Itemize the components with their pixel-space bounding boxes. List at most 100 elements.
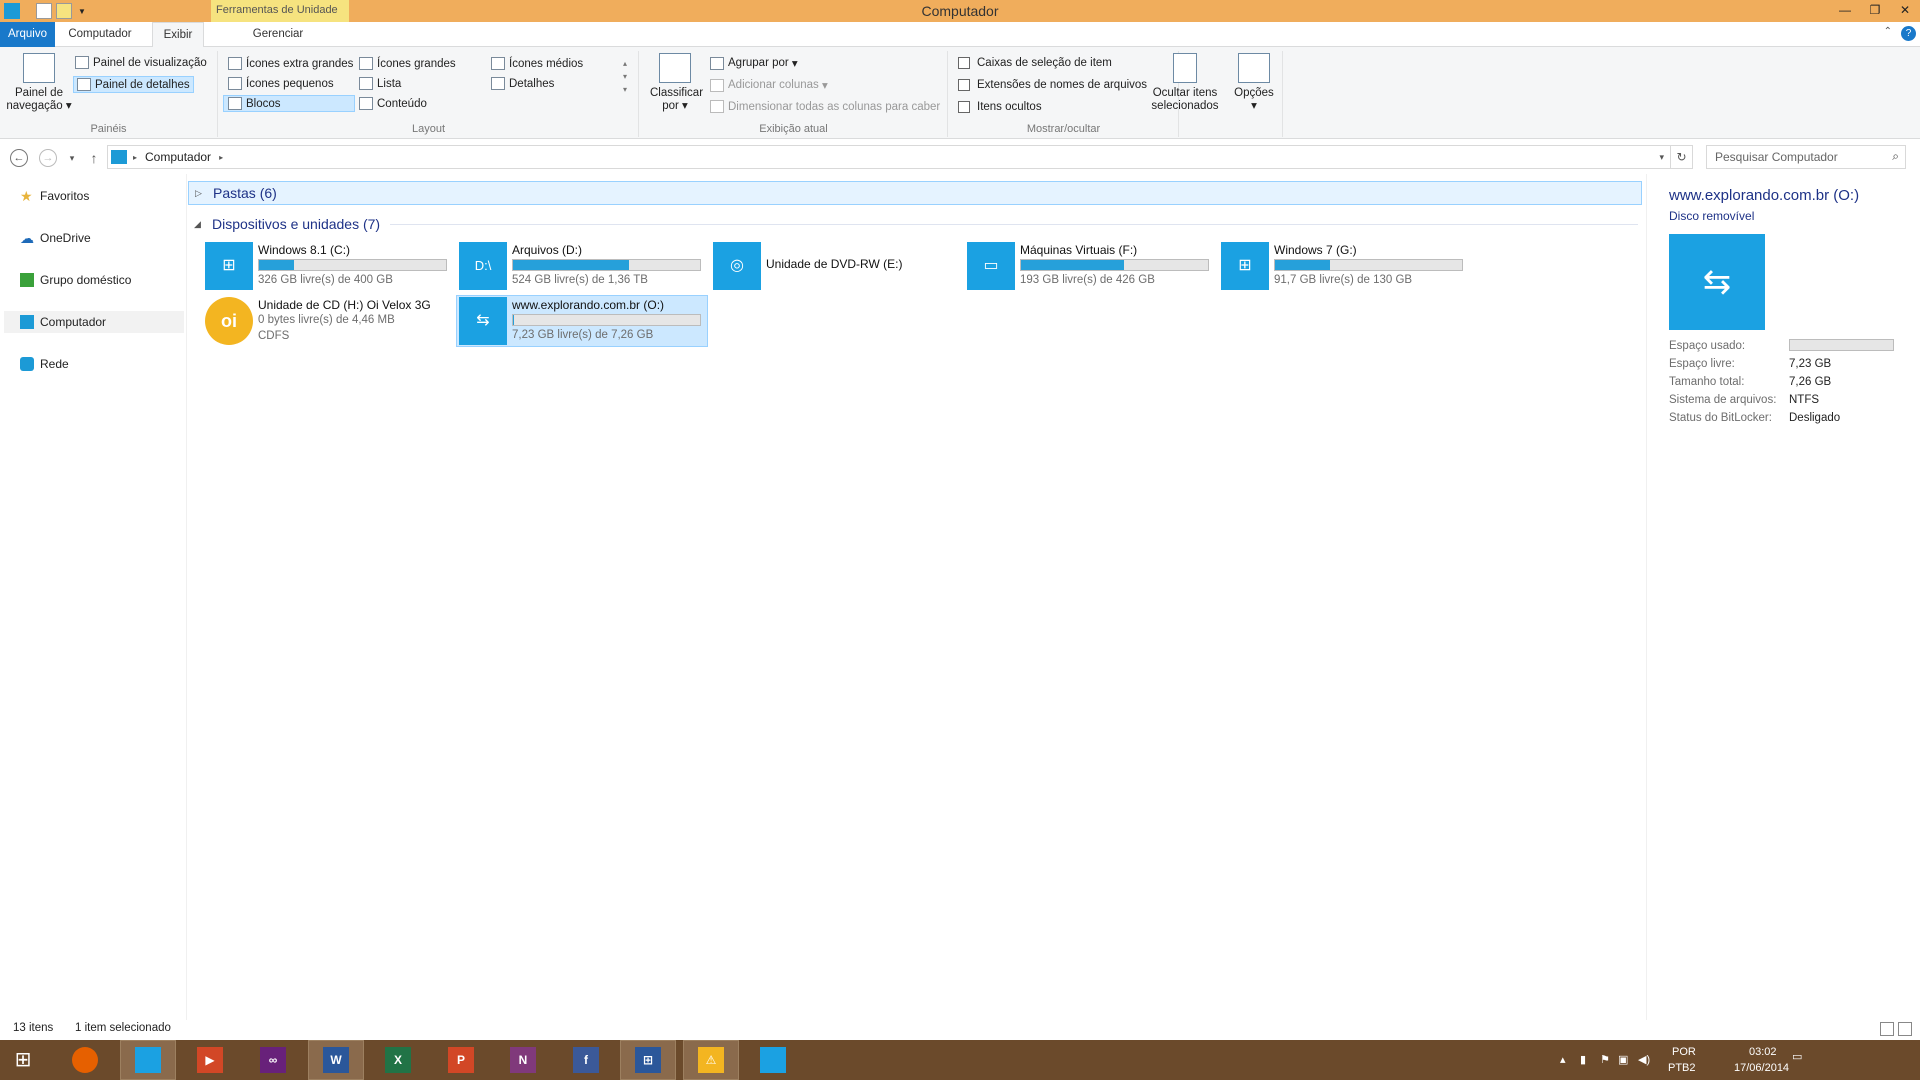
system-tray: ▴ ▮ ⚑ ▣ ◀) POR PTB2 03:02 17/06/2014 ▭ (1560, 1040, 1920, 1080)
search-icon[interactable]: ⌕ (1892, 149, 1899, 164)
taskbar-excel[interactable]: X (370, 1040, 426, 1080)
nav-item-homegroup[interactable]: Grupo doméstico (20, 269, 131, 291)
help-icon[interactable]: ? (1901, 26, 1916, 41)
devices-group-header[interactable]: ◢ Dispositivos e unidades (7) (188, 212, 1642, 236)
large-icons-view-icon[interactable] (1898, 1022, 1912, 1036)
input-language[interactable]: POR (1672, 1046, 1696, 1058)
tab-view[interactable]: Exibir (152, 22, 204, 48)
taskbar-word[interactable]: W (308, 1040, 364, 1080)
small-icons-option[interactable]: Ícones pequenos (228, 77, 334, 90)
power-icon[interactable]: ▮ (1580, 1053, 1586, 1066)
extra-large-icons-icon (228, 57, 242, 70)
details-pane-icon (77, 78, 91, 91)
size-columns-button[interactable]: Dimensionar todas as colunas para caber (710, 100, 940, 113)
details-view-icon[interactable] (1880, 1022, 1894, 1036)
taskbar-firefox[interactable] (57, 1040, 113, 1080)
navigation-pane: ★ Favoritos ☁ OneDrive Grupo doméstico Com… (0, 174, 187, 1020)
app-icon: ⚠ (698, 1047, 724, 1073)
forward-button[interactable]: → (39, 149, 57, 167)
network-status-icon[interactable]: ▣ (1618, 1053, 1628, 1066)
large-icons-option[interactable]: Ícones grandes (359, 57, 456, 70)
action-center-icon[interactable]: ▭ (1792, 1050, 1802, 1063)
layout-group: Ícones extra grandes Ícones grandes Ícon… (219, 51, 639, 137)
recent-locations-button[interactable]: ▾ (63, 149, 81, 167)
show-hidden-icons-icon[interactable]: ▴ (1560, 1053, 1566, 1066)
taskbar-facebook[interactable]: f (558, 1040, 614, 1080)
taskbar-file-explorer[interactable] (120, 1040, 176, 1080)
back-button[interactable]: ← (10, 149, 28, 167)
details-pane-button[interactable]: Painel de detalhes (73, 76, 194, 93)
drive-tile[interactable]: ⊞ Windows 8.1 (C:) 326 GB livre(s) de 40… (205, 240, 453, 292)
taskbar-powerpoint[interactable]: P (433, 1040, 489, 1080)
clock-date[interactable]: 17/06/2014 (1734, 1062, 1789, 1074)
file-extensions-checkbox[interactable] (958, 79, 970, 91)
nav-item-onedrive[interactable]: ☁ OneDrive (20, 227, 91, 249)
firefox-icon (72, 1047, 98, 1073)
chevron-right-icon[interactable]: ▷ (195, 188, 207, 199)
taskbar-visual-studio[interactable]: ∞ (245, 1040, 301, 1080)
up-button[interactable]: ↑ (85, 149, 103, 167)
preview-pane-button[interactable]: Painel de visualização (75, 56, 207, 69)
drive-tile[interactable]: oi Unidade de CD (H:) Oi Velox 3G 0 byte… (205, 295, 453, 347)
clock-time[interactable]: 03:02 (1749, 1046, 1777, 1058)
current-view-group-label: Exibição atual (759, 123, 828, 135)
taskbar-remote-desktop[interactable] (745, 1040, 801, 1080)
tab-file[interactable]: Arquivo (0, 22, 55, 47)
search-input[interactable]: Pesquisar Computador ⌕ (1706, 145, 1906, 169)
nav-item-computer[interactable]: Computador (4, 311, 184, 333)
volume-icon[interactable]: ◀) (1638, 1053, 1650, 1066)
nav-item-favorites[interactable]: ★ Favoritos (20, 185, 89, 207)
drive-tile[interactable]: D:\ Arquivos (D:) 524 GB livre(s) de 1,3… (459, 240, 707, 292)
navigation-pane-button[interactable]: Painel de navegação ▾ (6, 53, 72, 113)
drive-tile[interactable]: ⊞ Windows 7 (G:) 91,7 GB livre(s) de 130… (1221, 240, 1469, 292)
drive-tile-selected[interactable]: ⇆ www.explorando.com.br (O:) 7,23 GB liv… (456, 295, 708, 347)
taskbar-app[interactable]: ⚠ (683, 1040, 739, 1080)
collapse-ribbon-icon[interactable]: ⌃ (1884, 26, 1892, 37)
show-hide-group-label: Mostrar/ocultar (1026, 123, 1101, 135)
start-button[interactable]: ⊞ (10, 1048, 36, 1072)
maximize-button[interactable]: ❐ (1860, 0, 1890, 22)
tiles-option[interactable]: Blocos (223, 95, 355, 112)
address-dropdown-icon[interactable]: ▾ (1659, 152, 1664, 163)
close-button[interactable]: ✕ (1890, 0, 1920, 22)
details-option[interactable]: Detalhes (491, 77, 554, 90)
windows-drive-icon: ⊞ (205, 242, 253, 290)
content-option[interactable]: Conteúdo (359, 97, 427, 110)
flag-icon[interactable]: ⚑ (1600, 1053, 1610, 1066)
taskbar-onenote[interactable]: N (495, 1040, 551, 1080)
tab-computer[interactable]: Computador (60, 22, 140, 47)
ribbon: Painel de navegação ▾ Painel de visualiz… (0, 47, 1920, 139)
drive-tile[interactable]: ◎ Unidade de DVD-RW (E:) (713, 240, 961, 292)
layout-scroll-icon[interactable]: ▴ ▾ ▾ (623, 57, 627, 96)
group-by-button[interactable]: Agrupar por ▾ (710, 56, 798, 70)
item-checkboxes-checkbox[interactable] (958, 57, 970, 69)
taskbar-media-player[interactable]: ▶ (182, 1040, 238, 1080)
keyboard-layout[interactable]: PTB2 (1668, 1062, 1696, 1074)
hidden-items-checkbox[interactable] (958, 101, 970, 113)
drive-tile[interactable]: ▭ Máquinas Virtuais (F:) 193 GB livre(s)… (967, 240, 1215, 292)
star-icon: ★ (20, 188, 33, 204)
folders-group-header[interactable]: ▷ Pastas (6) (188, 181, 1642, 205)
hidden-items-toggle[interactable]: Itens ocultos (958, 101, 1042, 113)
tab-manage[interactable]: Gerenciar (244, 22, 312, 47)
sort-by-button[interactable]: Classificar por ▾ (650, 53, 703, 113)
drive-usage-fill (259, 260, 294, 270)
taskbar-windows-store[interactable]: ⊞ (620, 1040, 676, 1080)
refresh-button[interactable]: ↻ (1671, 145, 1693, 169)
chevron-right-icon[interactable]: ▸ (219, 153, 223, 162)
medium-icons-option[interactable]: Ícones médios (491, 57, 583, 70)
file-extensions-toggle[interactable]: Extensões de nomes de arquivos (958, 79, 1147, 91)
ribbon-tabs: Arquivo Computador Exibir Gerenciar ⌃ ? (0, 22, 1920, 48)
nav-item-network[interactable]: Rede (20, 353, 69, 375)
add-columns-button[interactable]: Adicionar colunas ▾ (710, 78, 828, 92)
address-box[interactable]: ▸ Computador ▸ ▾ (107, 145, 1671, 169)
options-button[interactable]: Opções ▾ (1227, 53, 1281, 113)
breadcrumb-computer[interactable]: Computador (145, 150, 211, 164)
chevron-down-icon[interactable]: ◢ (194, 219, 206, 230)
list-option[interactable]: Lista (359, 77, 401, 90)
hide-selected-items-button[interactable]: Ocultar itens selecionados (1147, 53, 1223, 113)
extra-large-icons-option[interactable]: Ícones extra grandes (228, 57, 353, 70)
minimize-button[interactable]: — (1830, 0, 1860, 22)
chevron-right-icon[interactable]: ▸ (133, 153, 137, 162)
item-checkboxes-toggle[interactable]: Caixas de seleção de item (958, 57, 1112, 69)
